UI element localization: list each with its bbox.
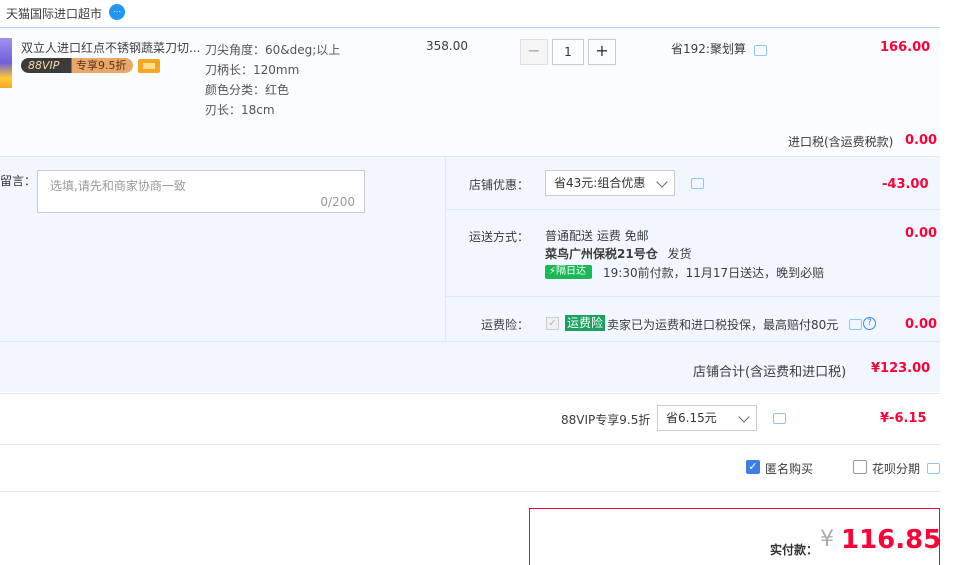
- message-icon[interactable]: [849, 319, 862, 330]
- anonymous-checkbox[interactable]: ✓: [746, 460, 760, 474]
- memo-placeholder: 选填,请先和商家协商一致: [50, 179, 186, 193]
- message-icon[interactable]: [754, 45, 767, 56]
- anonymous-label[interactable]: 匿名购买: [765, 460, 813, 477]
- vip-discount-label: 88VIP专享9.5折: [561, 413, 651, 427]
- memo-textarea[interactable]: 选填,请先和商家协商一致 0/200: [37, 170, 365, 213]
- vip-discount-selected: 省6.15元: [666, 411, 717, 425]
- payment-amount: 116.85: [841, 525, 942, 555]
- divider: [446, 209, 940, 210]
- next-day-badge: ⚡隔日达: [545, 265, 592, 279]
- shop-discount-label: 店铺优惠：: [469, 178, 530, 192]
- message-icon[interactable]: [691, 178, 704, 189]
- insurance-text: 卖家已为运费和进口税投保，最高赔付80元: [607, 318, 839, 332]
- shop-header: 天猫国际进口超市 ⋯: [0, 0, 955, 26]
- purchase-options-row: ✓ 匿名购买 花呗分期: [0, 446, 940, 492]
- shipping-value: 0.00: [905, 226, 938, 241]
- chevron-down-icon: [656, 176, 668, 188]
- shop-discount-selected: 省43元:组合优惠: [554, 176, 646, 190]
- shop-name-link[interactable]: 天猫国际进口超市: [6, 5, 102, 22]
- shipping-method: 普通配送 运费 免邮: [545, 229, 649, 243]
- chevron-down-icon: [738, 411, 750, 423]
- huabei-checkbox[interactable]: [853, 460, 867, 474]
- vip-label: 88VIP: [28, 59, 60, 72]
- warehouse-suffix: 发货: [667, 247, 692, 261]
- warehouse-name: 菜鸟广州保税21号仓: [545, 247, 658, 261]
- message-icon[interactable]: [773, 413, 786, 424]
- huabei-label[interactable]: 花呗分期: [872, 460, 920, 477]
- shipping-label: 运送方式：: [469, 230, 530, 244]
- payment-summary: 实付款： ¥ 116.85: [529, 508, 942, 565]
- insurance-checkbox: ✓: [546, 317, 559, 330]
- divider: [446, 296, 940, 297]
- quantity-stepper: − 1 +: [520, 39, 616, 65]
- next-day-label: 隔日达: [556, 266, 587, 277]
- prop-handle-length: 刀柄长：120mm: [205, 63, 300, 77]
- vip-discount-row: 88VIP专享9.5折 省6.15元 ¥-6.15: [0, 393, 940, 445]
- quantity-input[interactable]: 1: [552, 39, 584, 65]
- insurance-value: 0.00: [905, 317, 938, 332]
- prop-color: 颜色分类：红色: [205, 83, 290, 97]
- product-row: 双立人进口红点不锈钢蔬菜刀切... 88VIP 专享9.5折 刀尖角度：60&d…: [0, 27, 940, 155]
- currency-symbol: ¥: [820, 527, 834, 552]
- insurance-label: 运费险：: [481, 318, 530, 332]
- shop-discount-select[interactable]: 省43元:组合优惠: [545, 170, 675, 196]
- vip-discount-badge: 88VIP 专享9.5折: [21, 58, 133, 73]
- vip-discount-value: ¥-6.15: [880, 411, 927, 426]
- message-icon[interactable]: [927, 463, 940, 474]
- help-icon[interactable]: ?: [863, 317, 876, 330]
- shop-total-label: 店铺合计(含运费和进口税): [693, 365, 847, 380]
- vip-discount-select[interactable]: 省6.15元: [657, 405, 757, 431]
- decrease-quantity-button[interactable]: −: [520, 39, 548, 65]
- payment-label: 实付款：: [770, 543, 819, 557]
- import-tax-label: 进口税(含运费税款): [788, 135, 894, 149]
- product-title-link[interactable]: 双立人进口红点不锈钢蔬菜刀切...: [21, 39, 201, 56]
- memo-label: 留言：: [0, 174, 37, 188]
- item-subtotal: 166.00: [880, 40, 931, 55]
- chat-icon[interactable]: ⋯: [109, 4, 125, 20]
- promotion-text: 省192:聚划算: [671, 42, 746, 56]
- prop-tip-angle: 刀尖角度：60&deg;以上: [205, 43, 341, 57]
- increase-quantity-button[interactable]: +: [588, 39, 616, 65]
- prop-blade-length: 刃长：18cm: [205, 103, 275, 117]
- order-details: 留言： 选填,请先和商家协商一致 0/200 店铺优惠： 省43元:组合优惠 -…: [0, 156, 940, 392]
- divider: [0, 341, 940, 342]
- product-props: 刀尖角度：60&deg;以上 刀柄长：120mm 颜色分类：红色 刃长：18cm: [205, 40, 340, 120]
- shipping-warehouse-line: 菜鸟广州保税21号仓 发货: [545, 245, 692, 262]
- unit-price: 358.00: [426, 39, 468, 53]
- credit-card-icon: [138, 59, 160, 73]
- delivery-note: 19:30前付款，11月17日送达，晚到必赔: [603, 266, 825, 280]
- import-tax-value: 0.00: [905, 133, 938, 148]
- shop-discount-value: -43.00: [882, 177, 929, 192]
- memo-char-count: 0/200: [320, 195, 355, 209]
- product-thumbnail[interactable]: [0, 38, 12, 88]
- insurance-tag: 运费险: [565, 315, 606, 331]
- vip-discount-label: 专享9.5折: [76, 59, 127, 72]
- shop-total-value: ¥123.00: [871, 361, 931, 376]
- divider: [445, 157, 446, 341]
